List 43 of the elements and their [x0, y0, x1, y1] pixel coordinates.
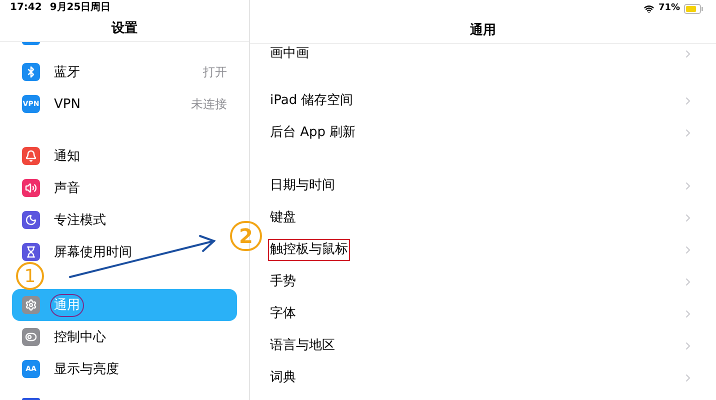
sidebar-item[interactable]: 通知: [12, 140, 237, 172]
sidebar-item-label: 蓝牙: [53, 64, 81, 82]
detail-item-label: 手势: [269, 273, 297, 292]
sidebar-item-label: 通知: [53, 148, 81, 166]
sidebar-item-label: 显示与亮度: [53, 360, 120, 378]
sidebar-item-value: 打开: [203, 64, 227, 82]
sidebar-title: 设置: [112, 20, 138, 38]
battery-percent: 71%: [658, 2, 680, 16]
detail-item[interactable]: 词典: [250, 362, 716, 394]
detail-item[interactable]: 字体: [250, 298, 716, 330]
sidebar-item-label: 声音: [53, 180, 81, 198]
detail-item-label: 词典: [269, 369, 297, 388]
detail-item[interactable]: 语言与地区: [250, 330, 716, 362]
detail-title: 通用: [470, 22, 496, 40]
detail-item[interactable]: 后台 App 刷新: [250, 117, 716, 149]
detail-item[interactable]: 手势: [250, 266, 716, 298]
sidebar-item-label: 屏幕使用时间: [53, 244, 133, 262]
detail-item-label: iPad 储存空间: [269, 92, 354, 110]
detail-item[interactable]: iPad 储存空间: [250, 85, 716, 117]
sidebar-item-label: VPN: [53, 96, 82, 114]
detail-item-label: 键盘: [269, 209, 297, 228]
step-marker: 1: [16, 262, 44, 290]
detail-item-label: 画中画: [269, 45, 310, 64]
sidebar-item-value: 未连接: [191, 96, 227, 114]
sidebar-item[interactable]: 蓝牙 打开: [12, 56, 237, 88]
status-date: 9月25日周日: [50, 1, 111, 16]
sidebar-item-label: 专注模式: [53, 212, 107, 230]
status-time: 17:42: [10, 1, 42, 16]
detail-item-label: 字体: [269, 305, 297, 324]
step-marker: 2: [230, 221, 262, 251]
battery-icon: [684, 4, 704, 14]
sidebar-item[interactable]: 控制中心: [12, 321, 237, 354]
detail-item-label: 后台 App 刷新: [269, 124, 357, 142]
sidebar-item-label: 控制中心: [53, 328, 107, 346]
detail-item-label: 语言与地区: [269, 337, 336, 356]
partial-app-icon: [22, 42, 40, 46]
wifi-icon: [644, 4, 654, 14]
detail-item[interactable]: 日期与时间: [250, 170, 716, 202]
sidebar-item-label: 通用: [50, 294, 84, 317]
detail-item[interactable]: 画中画: [250, 44, 716, 64]
sidebar-item[interactable]: 声音: [12, 172, 237, 204]
detail-item-label: 日期与时间: [269, 177, 336, 196]
detail-item-label: 触控板与鼠标: [268, 239, 350, 261]
